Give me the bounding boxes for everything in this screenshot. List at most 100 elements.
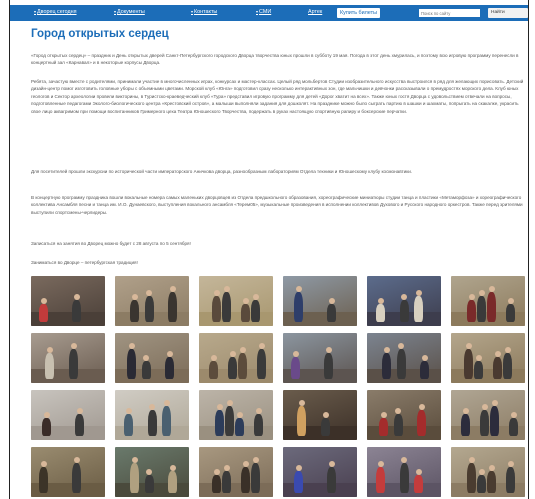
photo-person-head (229, 351, 236, 357)
photo-person (487, 292, 496, 322)
photo-person (417, 410, 427, 436)
photo-person (222, 292, 231, 322)
photo-person (467, 300, 476, 322)
photo-person-head (328, 461, 335, 467)
photo-person-head (242, 461, 249, 467)
photo-person-head (298, 400, 305, 406)
photo-person (376, 304, 385, 322)
photo-person (327, 304, 336, 322)
photo-person (487, 471, 496, 493)
photo-person (477, 296, 486, 322)
photo-person-head (146, 290, 153, 296)
photo-person (327, 467, 336, 493)
photo-person (42, 418, 51, 436)
photo-person-head (377, 298, 384, 304)
photo-person (212, 475, 221, 493)
gallery-photo[interactable] (367, 447, 441, 497)
gallery-photo[interactable] (451, 390, 525, 440)
article-paragraph: Ребята, зачастую вместе с родителями, пр… (31, 79, 524, 114)
photo-person (212, 296, 221, 322)
photo-person-head (478, 469, 485, 475)
photo-person-head (325, 347, 332, 353)
gallery-photo[interactable] (451, 447, 525, 497)
top-navigation-bar: ▾Дворец сегодня ▾Документы ▾Контакты ▾СМ… (10, 5, 528, 21)
photo-person-head (415, 469, 422, 475)
photo-person (464, 349, 473, 379)
nav-item-label: Дворец сегодня (37, 9, 77, 15)
gallery-photo[interactable] (451, 276, 525, 326)
gallery-photo[interactable] (31, 447, 105, 497)
photo-person-head (236, 412, 243, 418)
photo-person-head (383, 347, 390, 353)
photo-person-head (143, 355, 150, 361)
photo-person-head (252, 294, 259, 300)
photo-person (225, 406, 234, 436)
gallery-photo[interactable] (199, 447, 273, 497)
gallery-photo[interactable] (367, 333, 441, 383)
chevron-down-icon: ▾ (34, 9, 37, 14)
photo-person (461, 414, 470, 436)
browser-page: ▾Дворец сегодня ▾Документы ▾Контакты ▾СМ… (9, 0, 529, 499)
photo-person (39, 304, 48, 322)
gallery-photo[interactable] (31, 276, 105, 326)
nav-item-label: Артек (308, 9, 323, 15)
photo-person (238, 353, 247, 379)
photo-person-head (475, 355, 482, 361)
gallery-photo[interactable] (199, 333, 273, 383)
gallery-photo[interactable] (283, 447, 357, 497)
photo-person-head (73, 294, 80, 300)
nav-item-artek[interactable]: Артек (308, 9, 322, 15)
photo-person-head (462, 408, 469, 414)
gallery-photo[interactable] (199, 276, 273, 326)
photo-person-head (401, 294, 408, 300)
photo-person-head (507, 298, 514, 304)
gallery-photo[interactable] (115, 447, 189, 497)
photo-person (490, 406, 499, 436)
photo-person-head (252, 457, 259, 463)
photo-person-head (223, 465, 230, 471)
gallery-photo[interactable] (283, 390, 357, 440)
gallery-photo[interactable] (199, 390, 273, 440)
photo-person (294, 471, 303, 493)
nav-item-documents[interactable]: ▾Документы (114, 9, 145, 15)
nav-item-palace-today[interactable]: ▾Дворец сегодня (34, 9, 77, 15)
nav-item-label: Документы (117, 9, 145, 15)
photo-person-head (468, 294, 475, 300)
photo-person-head (494, 351, 501, 357)
photo-person-head (166, 351, 173, 357)
photo-person-head (146, 469, 153, 475)
photo-person (506, 467, 515, 493)
photo-person (39, 467, 48, 493)
photo-person-head (377, 461, 384, 467)
photo-person-head (488, 465, 495, 471)
gallery-photo[interactable] (115, 276, 189, 326)
photo-person-head (43, 412, 50, 418)
gallery-photo[interactable] (115, 333, 189, 383)
gallery-photo[interactable] (31, 333, 105, 383)
nav-item-contacts[interactable]: ▾Контакты (191, 9, 217, 15)
photo-person (294, 292, 303, 322)
photo-person-head (295, 465, 302, 471)
photo-person-head (258, 343, 265, 349)
buy-tickets-button[interactable]: Купить билеты (337, 8, 380, 18)
gallery-photo[interactable] (283, 333, 357, 383)
gallery-photo[interactable] (283, 276, 357, 326)
gallery-photo[interactable] (451, 333, 525, 383)
nav-item-media[interactable]: ▾СМИ (256, 9, 271, 15)
gallery-photo[interactable] (115, 390, 189, 440)
photo-person (251, 300, 260, 322)
photo-person (215, 410, 224, 436)
search-button[interactable]: Найти (488, 8, 528, 18)
photo-person-head (76, 408, 83, 414)
gallery-photo[interactable] (31, 390, 105, 440)
photo-person-head (131, 457, 138, 463)
photo-person (477, 475, 486, 493)
search-input[interactable] (419, 9, 480, 17)
photo-person (399, 463, 409, 493)
photo-floor (283, 426, 357, 440)
photo-person-head (401, 457, 408, 463)
gallery-photo[interactable] (367, 390, 441, 440)
photo-person (493, 357, 502, 379)
photo-person-head (478, 290, 485, 296)
gallery-photo[interactable] (367, 276, 441, 326)
